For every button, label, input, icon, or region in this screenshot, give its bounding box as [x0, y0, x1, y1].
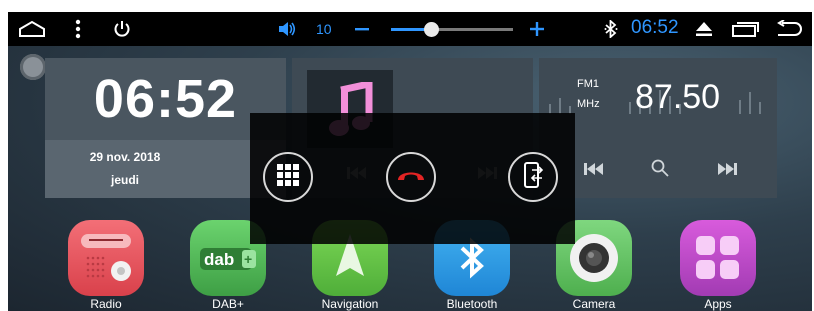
seek-forward-icon[interactable] — [717, 162, 737, 180]
volume-plus-icon[interactable] — [528, 12, 546, 46]
radio-unit: MHz — [577, 98, 600, 110]
volume-minus-icon[interactable] — [353, 12, 371, 46]
back-icon[interactable] — [774, 12, 804, 46]
dab-app-label: DAB+ — [212, 297, 244, 311]
radio-app-icon[interactable] — [68, 220, 144, 296]
weekday-label: jeudi — [110, 173, 139, 187]
seek-back-icon[interactable] — [584, 162, 604, 180]
more-vert-icon[interactable] — [70, 12, 86, 46]
apps-app-label: Apps — [704, 297, 732, 311]
keypad-icon — [276, 163, 300, 192]
volume-value: 10 — [316, 21, 332, 37]
car-head-unit-screen: 10 06:52 06:52 29 nov. 2018 jeudi FM1 MH… — [8, 12, 812, 311]
bluetooth-icon — [602, 12, 620, 46]
eject-icon[interactable] — [694, 12, 714, 46]
phone-transfer-button[interactable] — [508, 152, 558, 202]
call-overlay — [250, 113, 575, 244]
search-icon[interactable] — [651, 159, 669, 182]
recent-apps-icon[interactable] — [730, 12, 760, 46]
radio-band: FM1 — [577, 78, 599, 90]
camera-app-label: Camera — [572, 297, 616, 311]
volume-slider-handle[interactable] — [424, 22, 440, 37]
hang-up-icon — [396, 168, 426, 187]
power-icon[interactable] — [112, 12, 132, 46]
svg-text:+: + — [244, 251, 252, 267]
home-icon[interactable] — [16, 12, 48, 46]
radio-frequency: 87.50 — [635, 78, 721, 116]
volume-icon[interactable] — [276, 12, 298, 46]
keypad-button[interactable] — [263, 152, 313, 202]
status-time: 06:52 — [631, 17, 679, 38]
radio-app-label: Radio — [90, 297, 122, 311]
phone-transfer-icon — [522, 161, 544, 194]
hang-up-button[interactable] — [386, 152, 436, 202]
apps-app-icon[interactable] — [680, 220, 756, 296]
navigation-app-label: Navigation — [321, 297, 379, 311]
bluetooth-app-label: Bluetooth — [446, 297, 498, 311]
status-bar: 10 06:52 — [8, 12, 812, 46]
volume-slider[interactable] — [391, 22, 513, 37]
date-label: 29 nov. 2018 — [89, 150, 161, 164]
floating-button[interactable] — [20, 54, 46, 80]
svg-text:dab: dab — [204, 250, 234, 269]
